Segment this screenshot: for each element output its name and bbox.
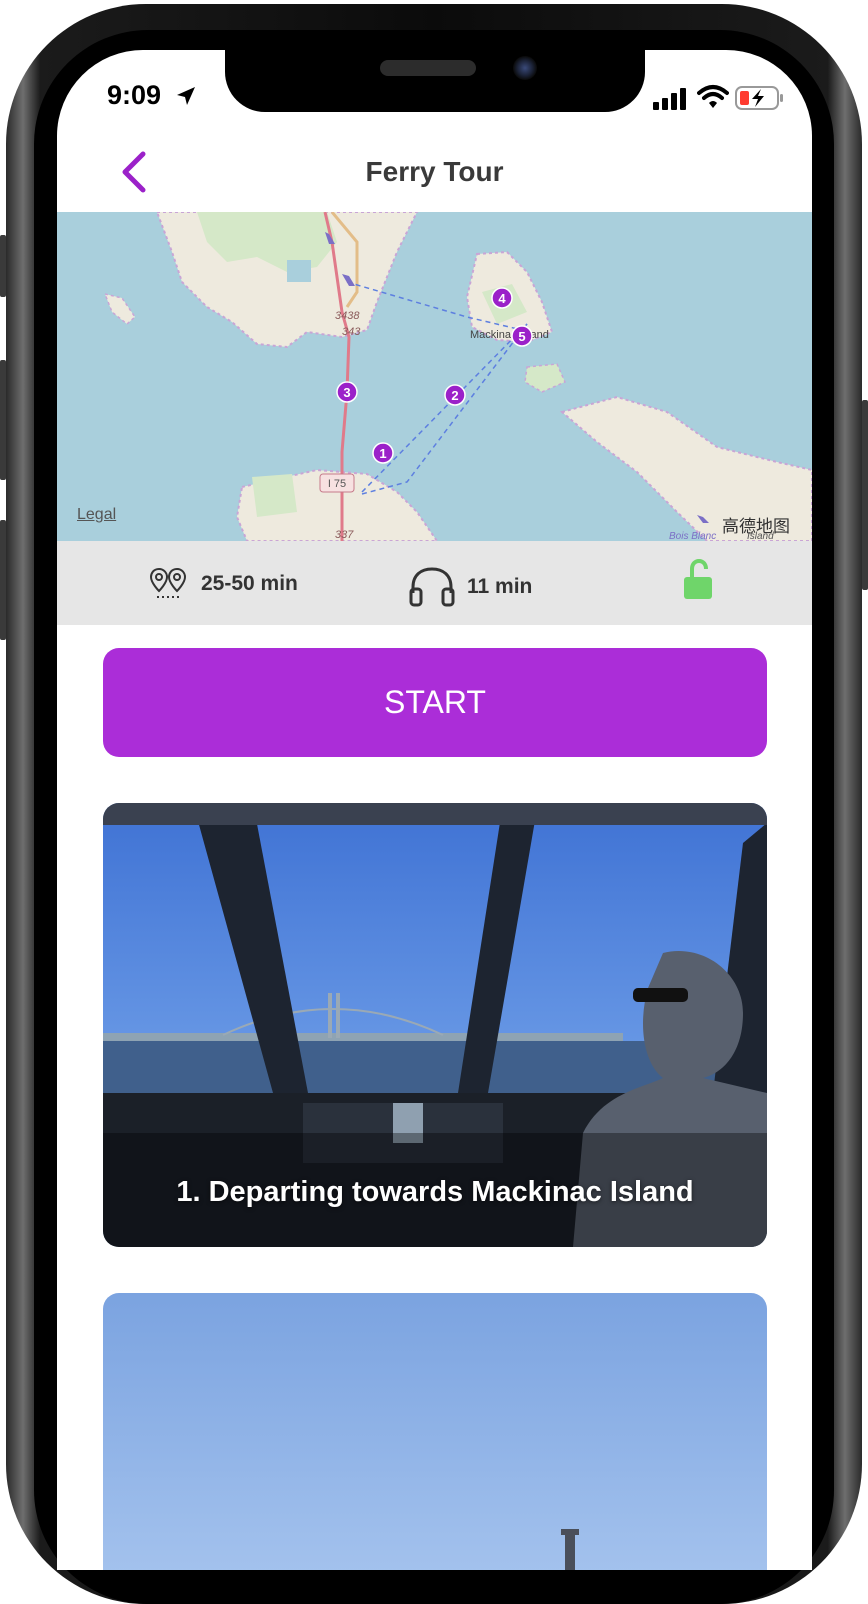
wifi-icon [697, 85, 729, 108]
tour-map[interactable]: I 75 3438 343 337 Mackinac Island Bois B… [57, 212, 812, 541]
stop-card[interactable]: 1. Departing towards Mackinac Island [103, 803, 767, 1247]
earpiece-speaker [380, 60, 476, 76]
tour-info-bar: 25-50 min 11 min [57, 541, 812, 625]
unlocked-padlock-icon [684, 559, 712, 599]
stop-marker-2[interactable]: 2 [444, 384, 466, 406]
stop-card-title: 1. Departing towards Mackinac Island [176, 1176, 694, 1208]
route-label-3438: 3438 [335, 310, 360, 322]
battery-charging-icon [735, 86, 783, 110]
route-label-343: 343 [342, 326, 361, 338]
map-legal-link[interactable]: Legal [77, 506, 116, 524]
device-notch [225, 50, 645, 112]
phone-frame: 9:09 Ferry Tour I 75 3438 343 337 Mackin… [0, 0, 868, 1604]
stop-marker-3[interactable]: 3 [336, 381, 358, 403]
route-label-337: 337 [335, 529, 354, 541]
start-tour-button[interactable]: START [103, 648, 767, 757]
status-time: 9:09 [107, 80, 162, 110]
cellular-signal-icon [653, 88, 686, 110]
audio-duration: 11 min [409, 567, 532, 607]
mute-switch [0, 235, 6, 297]
svg-text:5: 5 [518, 329, 525, 344]
headphones-icon [409, 567, 455, 607]
volume-up-button [0, 360, 6, 480]
svg-text:3: 3 [343, 385, 350, 400]
map-provider-logo: 高德地图 [722, 517, 790, 536]
svg-text:1: 1 [379, 446, 386, 461]
front-camera [513, 56, 537, 80]
power-button [862, 400, 868, 590]
audio-duration-value: 11 min [467, 575, 533, 598]
svg-text:4: 4 [498, 291, 506, 306]
stop-card[interactable] [103, 1293, 767, 1570]
stop-marker-1[interactable]: 1 [372, 442, 394, 464]
svg-text:2: 2 [451, 388, 458, 403]
stop-marker-5[interactable]: 5 [511, 325, 533, 347]
app-screen: 9:09 Ferry Tour I 75 3438 343 337 Mackin… [57, 50, 812, 1570]
map-label-mackinac-island: Mackinac Island [470, 329, 549, 341]
map-label-bois-blanc: Bois Blanc [669, 531, 716, 541]
navigation-bar: Ferry Tour [57, 140, 812, 213]
map-canvas: I 75 3438 343 337 Mackinac Island Bois B… [103, 212, 812, 541]
page-title: Ferry Tour [365, 156, 504, 187]
location-arrow-icon [177, 87, 195, 105]
walk-duration: 25-50 min [149, 567, 298, 601]
stop-marker-4[interactable]: 4 [491, 287, 513, 309]
route-shield-i75: I 75 [328, 478, 346, 490]
walking-pins-icon [149, 567, 187, 598]
stop-photo-lighthouse [103, 1293, 767, 1570]
volume-down-button [0, 520, 6, 640]
walk-duration-value: 25-50 min [201, 572, 298, 595]
